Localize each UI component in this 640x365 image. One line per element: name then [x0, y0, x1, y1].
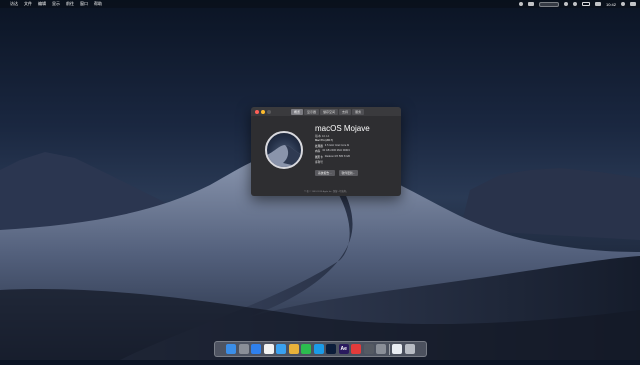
os-version: 版本 10.14 — [315, 134, 330, 138]
menu-item-finder[interactable]: 访达 — [10, 1, 18, 7]
tab-displays[interactable]: 显示器 — [304, 109, 320, 115]
spec-value: Radeon RX 580 8 GB — [324, 154, 350, 158]
spec-row-memory: 内存 32 GB 2400 MHz DDR4 — [315, 149, 399, 153]
menu-item-view[interactable]: 显示 — [52, 1, 60, 7]
copyright-footer: ™ 和 © 1983-2018 Apple Inc. 保留一切权利。 — [303, 191, 349, 193]
trash-icon[interactable] — [404, 344, 415, 354]
tab-support[interactable]: 支持 — [339, 109, 352, 115]
photo-booth-icon[interactable] — [363, 344, 374, 354]
document-icon[interactable] — [392, 344, 403, 354]
minimize-window-button[interactable] — [261, 109, 265, 114]
spotlight-search-icon[interactable] — [621, 2, 625, 6]
spec-key: 图形卡 — [315, 155, 323, 159]
safari-icon[interactable] — [276, 344, 287, 354]
menu-item-window[interactable]: 窗口 — [80, 1, 88, 7]
spec-key: 序列号 — [315, 160, 323, 164]
qq-icon[interactable] — [313, 344, 324, 354]
segmented-tab-bar: 概览 显示器 储存空间 支持 服务 — [291, 109, 365, 115]
wechat-icon[interactable] — [301, 344, 312, 354]
calendar-icon[interactable] — [263, 344, 274, 354]
dock: Ae — [214, 341, 427, 357]
macos-mojave-logo-icon — [265, 131, 303, 169]
spec-value: 3.5 GHz Intel Core i9 — [324, 143, 350, 147]
software-update-button[interactable]: 软件更新... — [338, 170, 359, 176]
spec-row-model: Mac Pro (2017) — [315, 139, 399, 142]
os-name: macOS Mojave — [315, 124, 370, 133]
tray-app-icon[interactable] — [527, 2, 534, 6]
volume-icon[interactable] — [572, 2, 577, 6]
spec-key: Mac Pro (2017) — [315, 139, 333, 143]
tray-status-icon[interactable] — [518, 2, 523, 6]
spec-key: 处理器 — [315, 144, 323, 148]
menu-item-file[interactable]: 文件 — [24, 1, 32, 7]
system-preferences-icon[interactable] — [376, 344, 387, 354]
menu-clock[interactable]: 10:42 — [606, 2, 616, 7]
chrome-icon[interactable] — [288, 344, 299, 354]
dock-separator — [388, 343, 390, 355]
finder-icon[interactable] — [226, 344, 237, 354]
zoom-window-button[interactable] — [267, 109, 271, 114]
spec-row-graphics: 图形卡 Radeon RX 580 8 GB — [315, 155, 399, 159]
close-window-button[interactable] — [255, 109, 259, 114]
netease-music-icon[interactable] — [351, 344, 362, 354]
photoshop-icon[interactable] — [326, 344, 337, 354]
spec-value: 32 GB 2400 MHz DDR4 — [322, 149, 350, 153]
battery-icon[interactable] — [581, 2, 590, 6]
tab-storage[interactable]: 储存空间 — [320, 109, 339, 115]
menu-item-help[interactable]: 帮助 — [94, 1, 102, 7]
menu-item-go[interactable]: 前往 — [66, 1, 74, 7]
menu-item-edit[interactable]: 编辑 — [38, 1, 46, 7]
wifi-icon[interactable] — [563, 2, 568, 6]
spec-row-processor: 处理器 3.5 GHz Intel Core i9 — [315, 144, 399, 148]
date-indicator[interactable] — [594, 2, 601, 6]
system-info-panel: macOS Mojave 版本 10.14 Mac Pro (2017) 处理器… — [315, 124, 399, 164]
about-this-mac-window: 概览 显示器 储存空间 支持 服务 macOS Mojave 版本 10.14 … — [251, 107, 401, 196]
input-source-indicator[interactable] — [538, 1, 559, 7]
system-report-button[interactable]: 系统报告... — [315, 170, 335, 176]
spec-key: 内存 — [315, 150, 321, 154]
about-buttons: 系统报告... 软件更新... — [315, 170, 359, 176]
tab-overview[interactable]: 概览 — [291, 109, 304, 115]
menu-bar: 访达 文件 编辑 显示 前往 窗口 帮助 10:42 — [0, 0, 640, 8]
tab-service[interactable]: 服务 — [352, 109, 365, 115]
notification-center-icon[interactable] — [630, 2, 636, 6]
app-store-icon[interactable] — [251, 344, 262, 354]
after-effects-icon[interactable]: Ae — [338, 344, 349, 354]
window-titlebar: 概览 显示器 储存空间 支持 服务 — [251, 107, 401, 116]
spec-row-serial: 序列号 — [315, 160, 399, 164]
launchpad-icon[interactable] — [238, 344, 249, 354]
